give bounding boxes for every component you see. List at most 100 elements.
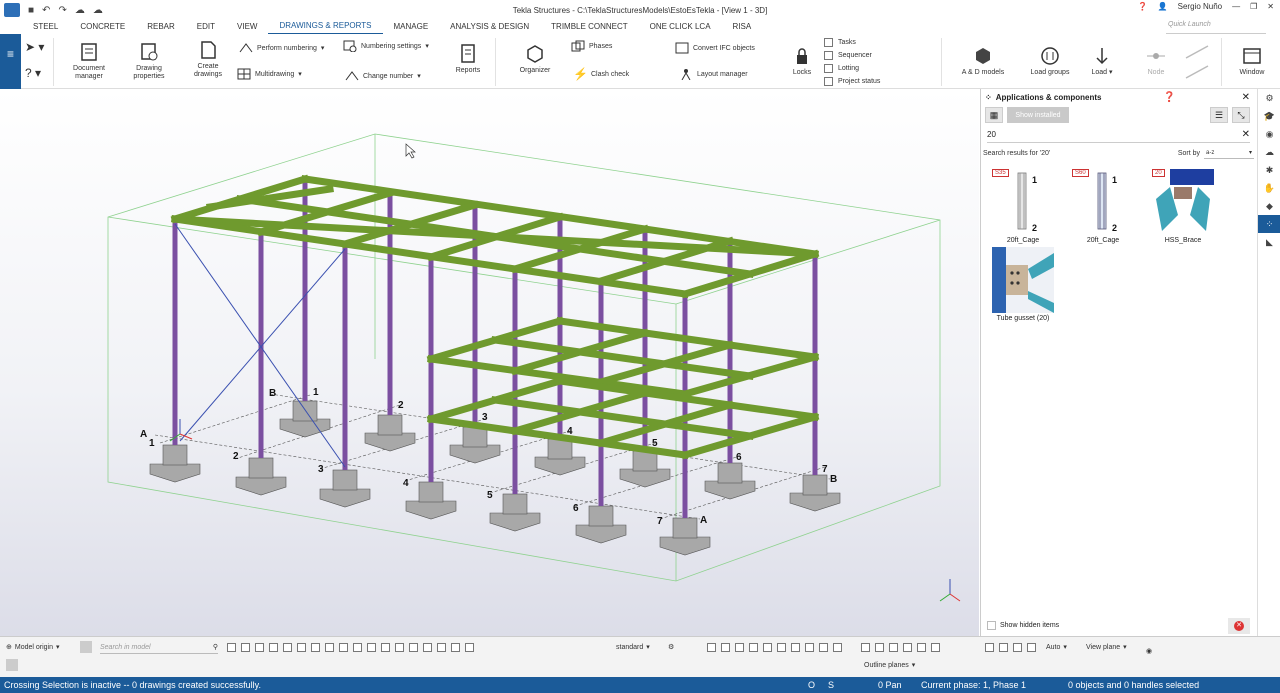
quick-launch-input[interactable]: Quick Launch bbox=[1166, 21, 1266, 34]
tab-rebar[interactable]: REBAR bbox=[136, 20, 186, 34]
component-search-input[interactable]: 20 ✕ bbox=[987, 127, 1250, 143]
tab-view[interactable]: VIEW bbox=[226, 20, 268, 34]
show-hidden-toggle[interactable]: Show hidden items bbox=[987, 621, 1059, 630]
tag-icon[interactable]: ◣ bbox=[1258, 233, 1280, 251]
origin-settings-button[interactable] bbox=[80, 641, 92, 653]
work-plane-switches[interactable] bbox=[984, 643, 1037, 652]
component-item[interactable]: 1 2 S60 20ft_Cage bbox=[1065, 169, 1141, 244]
select-views-icon[interactable] bbox=[353, 643, 362, 652]
redo-icon[interactable]: ↷ bbox=[58, 5, 66, 16]
file-menu-button[interactable]: ≡ bbox=[0, 34, 21, 89]
show-hidden-checkbox[interactable] bbox=[987, 621, 996, 630]
select-pours-icon[interactable] bbox=[409, 643, 418, 652]
tab-one-click-lca[interactable]: ONE CLICK LCA bbox=[639, 20, 722, 34]
node-button[interactable]: Node bbox=[1141, 46, 1171, 77]
select-grids-icon[interactable] bbox=[283, 643, 292, 652]
minimize-button[interactable]: — bbox=[1232, 2, 1240, 11]
numbering-settings-button[interactable]: Numbering settings ▾ bbox=[343, 40, 429, 52]
search-icon[interactable]: ⚲ bbox=[213, 643, 218, 651]
tab-concrete[interactable]: CONCRETE bbox=[69, 20, 136, 34]
plane-3-icon[interactable] bbox=[1013, 643, 1022, 652]
settings-icon[interactable]: ✱ bbox=[1258, 161, 1280, 179]
hand-icon[interactable]: ✋ bbox=[1258, 179, 1280, 197]
select-points-icon[interactable] bbox=[311, 643, 320, 652]
select-rebar-icon[interactable] bbox=[367, 643, 376, 652]
filter-settings-icon[interactable]: ⚙ bbox=[668, 643, 674, 651]
select-objects-icon[interactable] bbox=[465, 643, 474, 652]
select-lines-icon[interactable] bbox=[297, 643, 306, 652]
project-status-button[interactable]: Project status bbox=[823, 77, 880, 86]
change-number-button[interactable]: Change number ▾ bbox=[345, 70, 421, 82]
close-button[interactable]: ✕ bbox=[1267, 2, 1274, 11]
select-tool-icon[interactable]: ➤ ▾ bbox=[25, 40, 44, 54]
snap-settings-button[interactable] bbox=[6, 659, 18, 671]
applications-icon[interactable]: ⁘ bbox=[1258, 215, 1280, 233]
snap-perp-icon[interactable] bbox=[791, 643, 800, 652]
zone-line-icon[interactable] bbox=[917, 643, 926, 652]
select-parts-icon[interactable] bbox=[241, 643, 250, 652]
snap-near-icon[interactable] bbox=[819, 643, 828, 652]
snap-ref-icon[interactable] bbox=[707, 643, 716, 652]
sort-select[interactable]: a-z ▾ bbox=[1204, 147, 1254, 159]
zone-point-icon[interactable] bbox=[903, 643, 912, 652]
model-search-input[interactable]: Search in model ⚲ bbox=[100, 641, 218, 654]
sequencer-button[interactable]: Sequencer bbox=[823, 51, 872, 60]
select-components-icon[interactable] bbox=[451, 643, 460, 652]
zone-x-icon[interactable] bbox=[931, 643, 940, 652]
user-icon[interactable]: 👤 bbox=[1158, 2, 1168, 11]
snap-zone-switches[interactable] bbox=[860, 643, 941, 652]
select-surfaces-icon[interactable] bbox=[255, 643, 264, 652]
cube-icon[interactable]: ◆ bbox=[1258, 197, 1280, 215]
locks-button[interactable]: Locks bbox=[785, 46, 819, 77]
tasks-button[interactable]: Tasks bbox=[823, 38, 856, 47]
ad-models-button[interactable]: A & D models bbox=[957, 46, 1009, 77]
restore-button[interactable]: ❐ bbox=[1250, 2, 1257, 11]
tab-manage[interactable]: MANAGE bbox=[383, 20, 440, 34]
auto-select[interactable]: Auto ▾ bbox=[1046, 643, 1067, 652]
clear-search-icon[interactable]: ✕ bbox=[1242, 129, 1250, 140]
show-installed-button[interactable]: Show installed bbox=[1007, 107, 1069, 123]
selection-switches[interactable] bbox=[226, 643, 475, 652]
filter-select[interactable]: standard ▾ bbox=[616, 643, 650, 652]
drawing-properties-button[interactable]: Drawing properties bbox=[123, 42, 175, 81]
support-button[interactable] bbox=[1179, 42, 1215, 85]
catalog-view-button[interactable]: ▦ bbox=[985, 107, 1003, 123]
manage-icon[interactable]: 🎓 bbox=[1258, 107, 1280, 125]
model-origin-select[interactable]: ⊕ Model origin ▾ bbox=[6, 643, 60, 652]
cloud-icon[interactable]: ☁ bbox=[1258, 143, 1280, 161]
plane-4-icon[interactable] bbox=[1027, 643, 1036, 652]
plane-1-icon[interactable] bbox=[985, 643, 994, 652]
clash-check-button[interactable]: ⚡ Clash check bbox=[573, 68, 629, 80]
document-manager-button[interactable]: Document manager bbox=[61, 42, 117, 81]
panel-help-icon[interactable]: ❓ bbox=[1163, 92, 1175, 103]
create-drawings-button[interactable]: Create drawings bbox=[183, 40, 233, 79]
view-plane-select[interactable]: View plane ▾ bbox=[1086, 643, 1127, 652]
perform-numbering-button[interactable]: Perform numbering ▾ bbox=[239, 42, 324, 54]
organizer-button[interactable]: Organizer bbox=[511, 44, 559, 75]
select-assemblies-icon[interactable] bbox=[437, 643, 446, 652]
list-menu-button[interactable]: ☰ bbox=[1210, 107, 1228, 123]
select-loads-icon[interactable] bbox=[381, 643, 390, 652]
select-cuts-icon[interactable] bbox=[339, 643, 348, 652]
tab-drawings-reports[interactable]: DRAWINGS & REPORTS bbox=[268, 19, 383, 35]
select-planes-icon[interactable] bbox=[395, 643, 404, 652]
snap-line-icon[interactable] bbox=[805, 643, 814, 652]
tab-edit[interactable]: EDIT bbox=[186, 20, 226, 34]
tab-steel[interactable]: STEEL bbox=[22, 20, 69, 34]
zone-circle-icon[interactable] bbox=[889, 643, 898, 652]
cloud-sync-icon[interactable]: ☁ bbox=[93, 5, 103, 16]
zone-2-icon[interactable] bbox=[875, 643, 884, 652]
properties-icon[interactable]: ⚙ bbox=[1258, 89, 1280, 107]
eye-icon[interactable]: ◉ bbox=[1146, 647, 1152, 655]
tab-analysis-design[interactable]: ANALYSIS & DESIGN bbox=[439, 20, 540, 34]
plane-2-icon[interactable] bbox=[999, 643, 1008, 652]
multidrawing-button[interactable]: Multidrawing ▾ bbox=[237, 68, 302, 80]
phases-button[interactable]: Phases bbox=[571, 40, 612, 52]
snap-end-icon[interactable] bbox=[735, 643, 744, 652]
ortho-toggle[interactable]: O bbox=[808, 680, 815, 690]
help-icon[interactable]: ❓ bbox=[1138, 2, 1148, 11]
component-item[interactable]: 20 HSS_Brace bbox=[1145, 169, 1221, 244]
select-bolts-icon[interactable] bbox=[325, 643, 334, 652]
undo-icon[interactable]: ↶ bbox=[42, 5, 50, 16]
collapse-button[interactable]: ⤡ bbox=[1232, 107, 1250, 123]
